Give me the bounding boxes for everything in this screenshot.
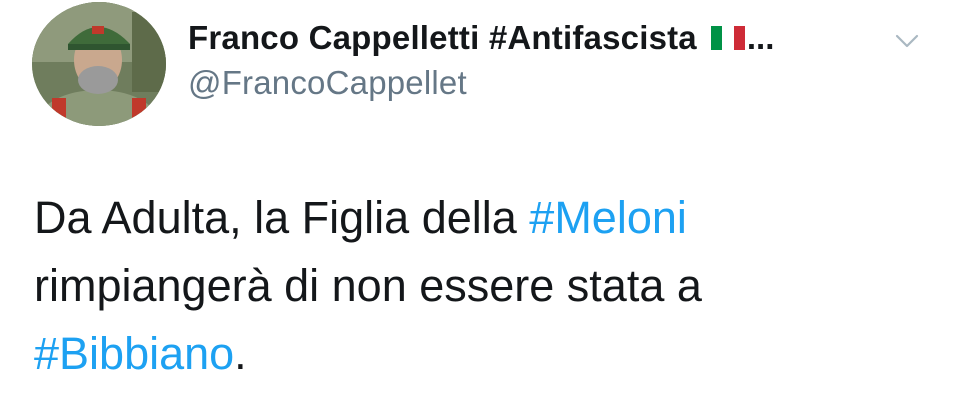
- tweet-line-3: #Bibbiano.: [34, 320, 934, 388]
- hashtag-link[interactable]: #Bibbiano: [34, 328, 234, 379]
- tweet-line-1: Da Adulta, la Figlia della #Meloni: [34, 184, 934, 252]
- avatar-photo: [32, 2, 166, 126]
- chevron-down-icon[interactable]: [890, 24, 924, 58]
- tweet-card: Franco Cappelletti #Antifascista ... @Fr…: [0, 0, 960, 400]
- name-ellipsis: ...: [746, 19, 775, 56]
- italian-flag-icon: [710, 26, 745, 50]
- hashtag-link[interactable]: #Meloni: [529, 192, 687, 243]
- name-row: Franco Cappelletti #Antifascista ...: [188, 14, 928, 62]
- tweet-line-2: rimpiangerà di non essere stata a: [34, 260, 702, 311]
- avatar[interactable]: [32, 2, 166, 126]
- tweet-header: Franco Cappelletti #Antifascista ... @Fr…: [188, 14, 928, 102]
- tweet-text: Da Adulta, la Figlia della #Meloni rimpi…: [34, 184, 934, 388]
- user-handle[interactable]: @FrancoCappellet: [188, 64, 928, 102]
- tweet-text-segment: Da Adulta, la Figlia della: [34, 192, 530, 243]
- display-name[interactable]: Franco Cappelletti #Antifascista: [188, 19, 697, 57]
- end-punctuation: .: [234, 328, 247, 379]
